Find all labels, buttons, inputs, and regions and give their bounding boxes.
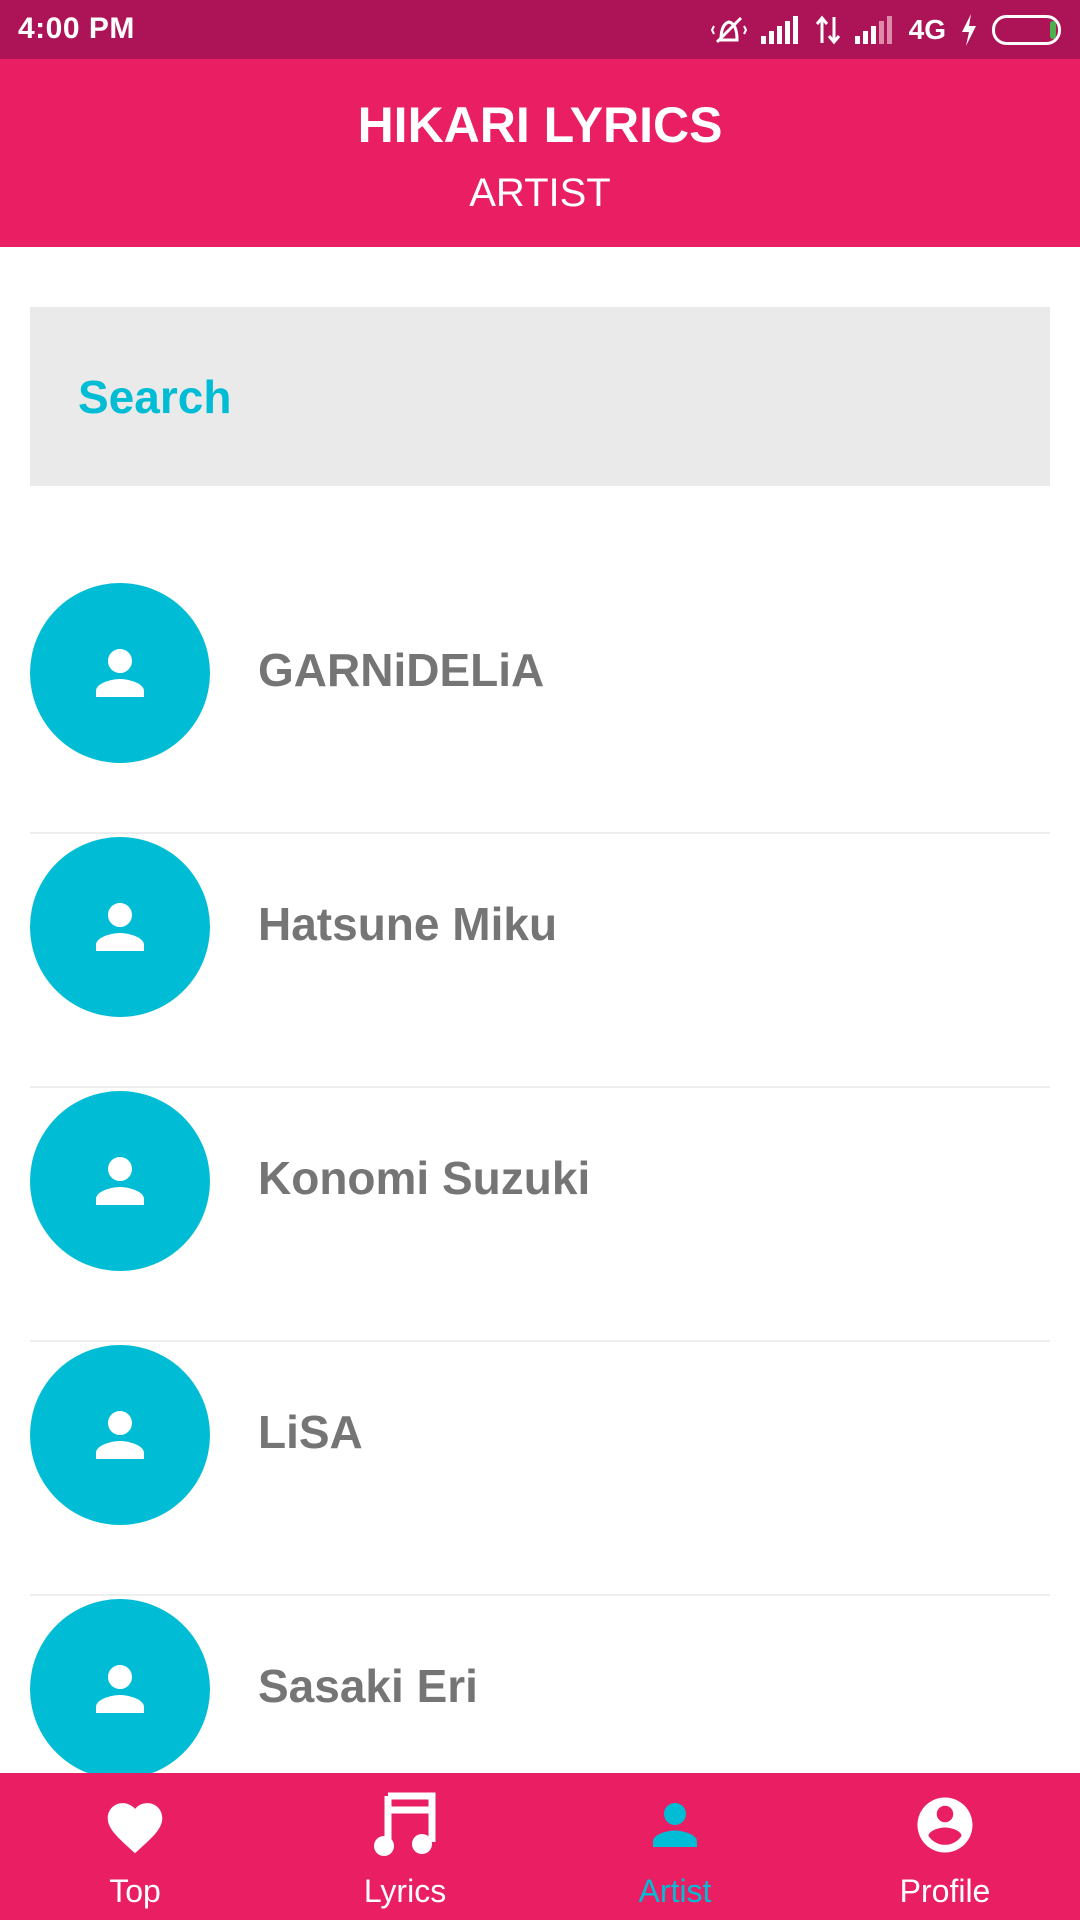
artist-name: LiSA xyxy=(258,1406,363,1458)
list-item[interactable]: Hatsune Miku xyxy=(30,834,1050,1088)
artist-name: GARNiDELiA xyxy=(258,644,545,696)
heart-icon xyxy=(102,1791,168,1859)
list-item[interactable]: LiSA xyxy=(30,1342,1050,1596)
nav-label-profile: Profile xyxy=(899,1873,991,1909)
signal-icon xyxy=(760,16,801,44)
person-icon xyxy=(96,649,144,697)
vibrate-off-icon xyxy=(710,14,747,46)
nav-item-top[interactable]: Top xyxy=(0,1773,270,1920)
artist-screen: 4:00 PM 4G HIKARI LYRICS ARTIST Search G… xyxy=(0,0,1080,1920)
person-icon xyxy=(96,1411,144,1459)
nav-label-lyrics: Lyrics xyxy=(363,1873,447,1909)
avatar xyxy=(30,1345,210,1525)
person-icon xyxy=(96,903,144,951)
status-icons: 4G xyxy=(710,12,1064,48)
nav-label-artist: Artist xyxy=(638,1873,712,1909)
search-input[interactable] xyxy=(78,307,1018,486)
page-title: ARTIST xyxy=(469,171,611,215)
artist-name: Hatsune Miku xyxy=(258,898,558,950)
search-box xyxy=(30,307,1050,486)
artist-name: Konomi Suzuki xyxy=(258,1152,591,1204)
person-icon xyxy=(96,1157,144,1205)
nav-label-top: Top xyxy=(109,1873,161,1909)
status-bar: 4:00 PM 4G xyxy=(0,0,1080,59)
status-time: 4:00 PM xyxy=(18,12,135,45)
charging-icon xyxy=(960,14,978,46)
network-type: 4G xyxy=(908,14,946,45)
account-circle-icon xyxy=(912,1791,978,1859)
nav-item-lyrics[interactable]: Lyrics xyxy=(270,1773,540,1920)
battery-icon xyxy=(992,15,1064,45)
person-icon xyxy=(642,1791,708,1859)
list-item[interactable]: GARNiDELiA xyxy=(30,580,1050,834)
list-item[interactable]: Konomi Suzuki xyxy=(30,1088,1050,1342)
person-icon xyxy=(96,1665,144,1713)
avatar xyxy=(30,1599,210,1779)
avatar xyxy=(30,837,210,1017)
nav-item-profile[interactable]: Profile xyxy=(810,1773,1080,1920)
nav-item-artist[interactable]: Artist xyxy=(540,1773,810,1920)
signal-icon xyxy=(854,16,895,44)
avatar xyxy=(30,1091,210,1271)
artist-name: Sasaki Eri xyxy=(258,1660,478,1712)
app-title: HIKARI LYRICS xyxy=(357,97,723,153)
data-transfer-icon xyxy=(815,15,841,45)
artist-list: GARNiDELiA Hatsune Miku Konomi Suzuki Li… xyxy=(30,580,1050,1850)
avatar xyxy=(30,583,210,763)
music-note-icon xyxy=(374,1791,436,1859)
bottom-nav: Top Lyrics Artist Profile xyxy=(0,1773,1080,1920)
app-bar: HIKARI LYRICS ARTIST xyxy=(0,59,1080,247)
